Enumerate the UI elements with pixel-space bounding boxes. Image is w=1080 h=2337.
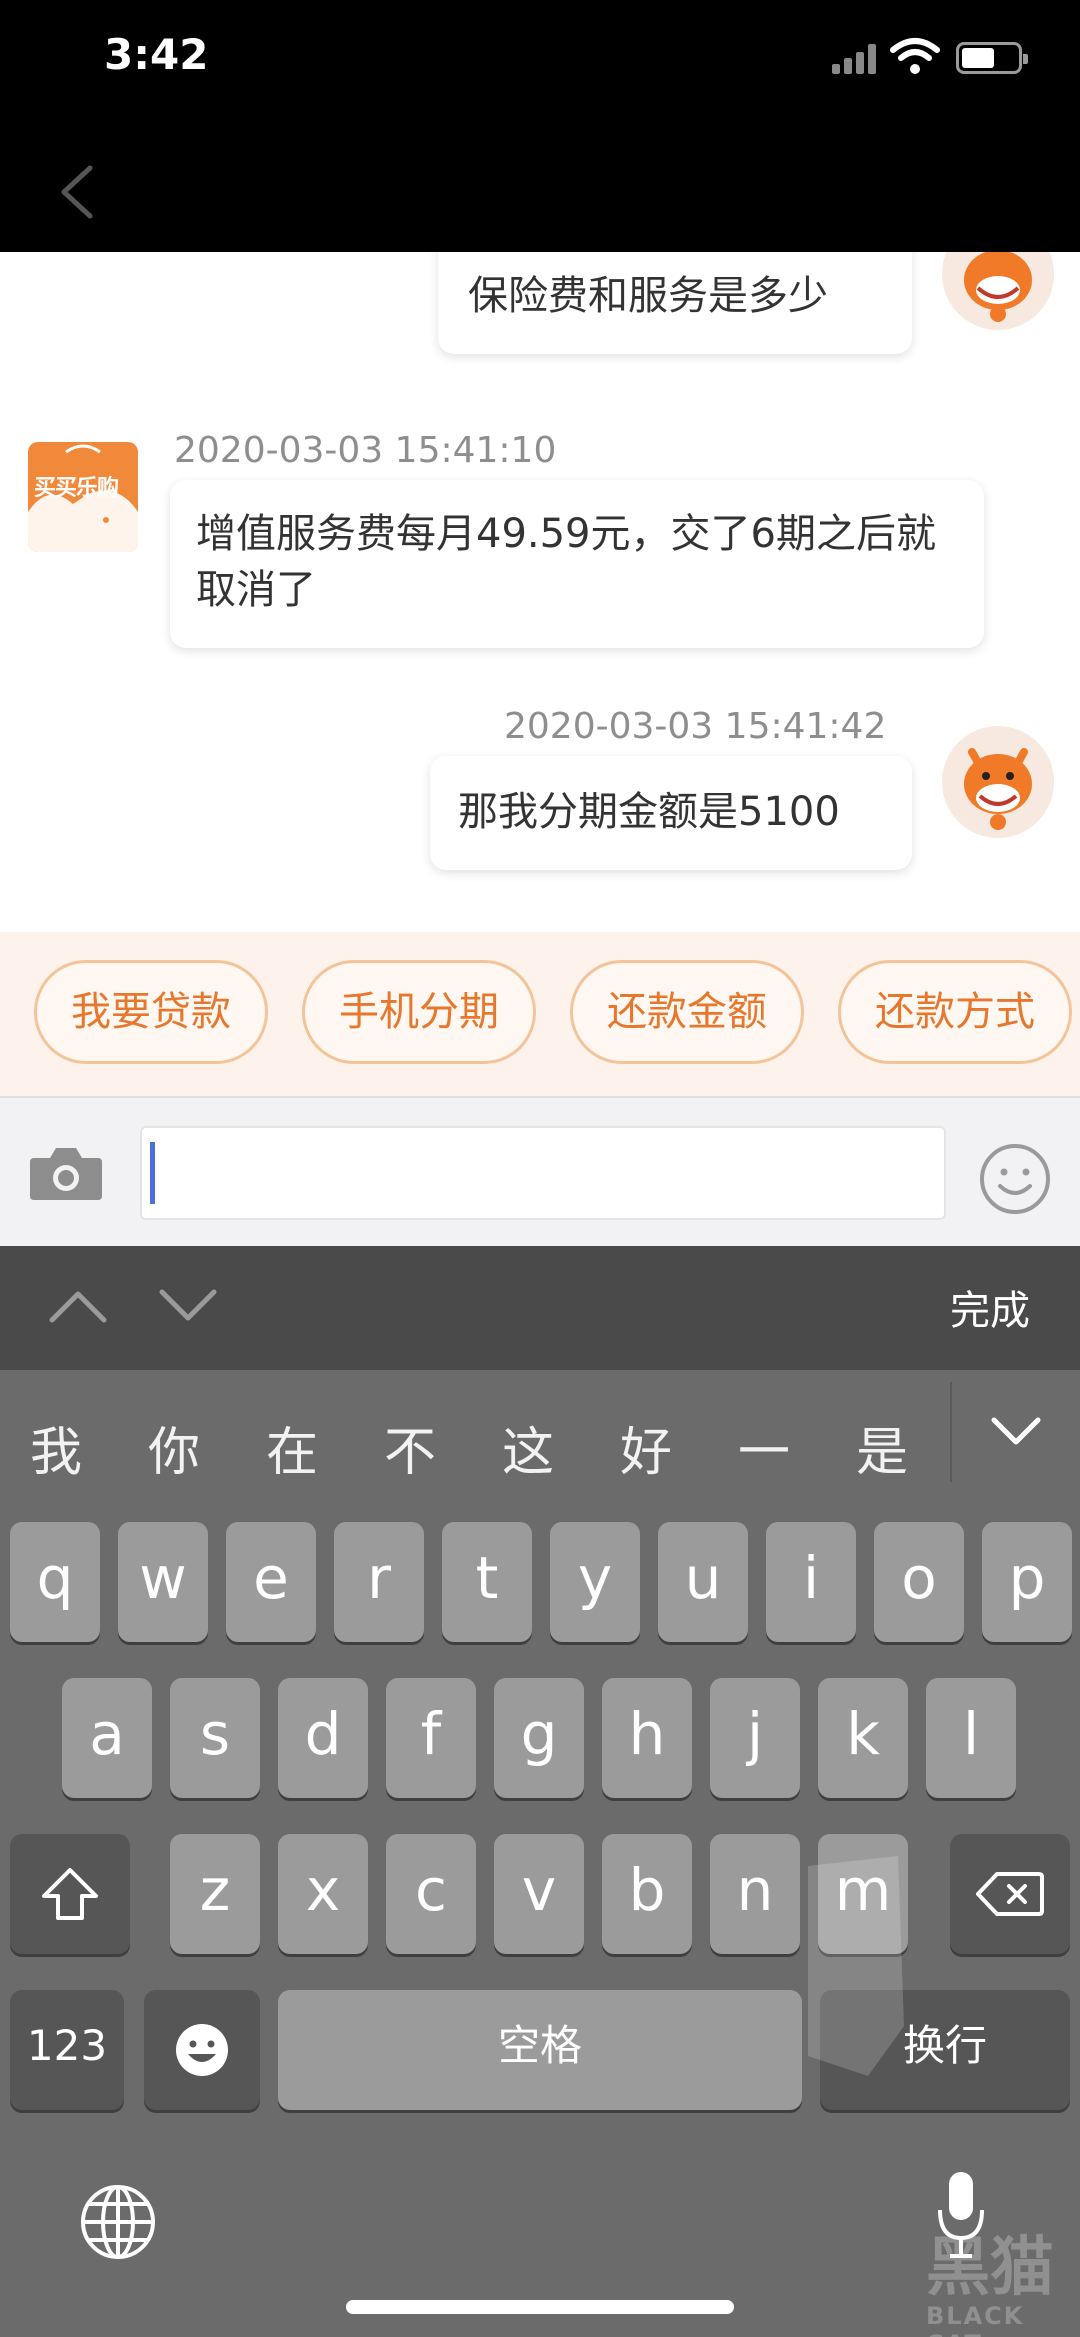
message-input-bar: [0, 1096, 1080, 1246]
key-g[interactable]: g: [494, 1678, 584, 1798]
cellular-signal-icon: [832, 42, 878, 74]
candidate-word[interactable]: 这: [502, 1410, 554, 1485]
key-k[interactable]: k: [818, 1678, 908, 1798]
message-bubble-user: 那我分期金额是5100: [430, 756, 912, 870]
status-time: 3:42: [104, 30, 209, 79]
key-i[interactable]: i: [766, 1522, 856, 1642]
battery-icon: [956, 42, 1028, 74]
key-l[interactable]: l: [926, 1678, 1016, 1798]
avatar[interactable]: [942, 726, 1054, 838]
done-button[interactable]: 完成: [950, 1278, 1030, 1336]
key-d[interactable]: d: [278, 1678, 368, 1798]
wifi-icon: [890, 38, 940, 74]
quick-reply-repayment-amount[interactable]: 还款金额: [570, 960, 804, 1064]
quick-reply-phone-installment[interactable]: 手机分期: [302, 960, 536, 1064]
numbers-key[interactable]: 123: [10, 1990, 124, 2110]
key-n[interactable]: n: [710, 1834, 800, 1954]
candidate-word[interactable]: 是: [856, 1410, 908, 1485]
candidate-word[interactable]: 在: [266, 1410, 318, 1485]
message-text: 增值服务费每月49.59元，交了6期之后就取消了: [196, 511, 936, 613]
message-text: 那我分期金额是5100: [458, 789, 840, 835]
globe-icon[interactable]: [78, 2182, 158, 2262]
space-key[interactable]: 空格: [278, 1990, 802, 2110]
emoji-key[interactable]: [144, 1990, 260, 2110]
key-w[interactable]: w: [118, 1522, 208, 1642]
avatar[interactable]: 买买乐购: [28, 442, 138, 552]
key-j[interactable]: j: [710, 1678, 800, 1798]
key-v[interactable]: v: [494, 1834, 584, 1954]
key-c[interactable]: c: [386, 1834, 476, 1954]
avatar-label: 买买乐购: [34, 476, 119, 501]
camera-icon[interactable]: [28, 1144, 104, 1202]
back-icon[interactable]: [52, 162, 102, 222]
message-bubble-bot: 增值服务费每月49.59元，交了6期之后就取消了: [170, 480, 984, 648]
shift-key[interactable]: [10, 1834, 130, 1954]
candidate-word[interactable]: 我: [30, 1410, 82, 1485]
quick-reply-loan[interactable]: 我要贷款: [34, 960, 268, 1064]
home-indicator: [346, 2300, 734, 2314]
chevron-up-icon[interactable]: [46, 1286, 110, 1326]
candidate-word[interactable]: 好: [620, 1410, 672, 1485]
candidate-word[interactable]: 你: [148, 1410, 200, 1485]
key-h[interactable]: h: [602, 1678, 692, 1798]
key-t[interactable]: t: [442, 1522, 532, 1642]
key-q[interactable]: q: [10, 1522, 100, 1642]
message-bubble-user: 保险费和服务是多少: [438, 252, 912, 354]
emoji-icon: [176, 2024, 228, 2076]
key-e[interactable]: e: [226, 1522, 316, 1642]
key-r[interactable]: r: [334, 1522, 424, 1642]
quick-reply-repayment-method[interactable]: 还款方式: [838, 960, 1072, 1064]
keyboard-toolbar: 完成: [0, 1246, 1080, 1370]
key-z[interactable]: z: [170, 1834, 260, 1954]
key-p[interactable]: p: [982, 1522, 1072, 1642]
message-text: 保险费和服务是多少: [468, 273, 828, 319]
message-timestamp: 2020-03-03 15:41:42: [504, 706, 887, 747]
candidate-divider: [950, 1382, 952, 1482]
chevron-down-icon[interactable]: [990, 1412, 1042, 1452]
key-s[interactable]: s: [170, 1678, 260, 1798]
key-f[interactable]: f: [386, 1678, 476, 1798]
watermark-text: 黑猫: [926, 2231, 1054, 2305]
status-bar: 3:42: [0, 0, 1080, 252]
key-o[interactable]: o: [874, 1522, 964, 1642]
shift-icon: [42, 1868, 98, 1920]
key-x[interactable]: x: [278, 1834, 368, 1954]
quick-reply-bar: 我要贷款 手机分期 还款金额 还款方式: [0, 932, 1080, 1096]
key-u[interactable]: u: [658, 1522, 748, 1642]
key-y[interactable]: y: [550, 1522, 640, 1642]
avatar[interactable]: [942, 252, 1054, 330]
key-b[interactable]: b: [602, 1834, 692, 1954]
candidate-word[interactable]: 不: [384, 1410, 436, 1485]
watermark-subtext: BLACK CAT: [926, 2302, 1025, 2337]
message-input[interactable]: [140, 1126, 946, 1220]
candidate-word[interactable]: 一: [738, 1410, 790, 1485]
message-timestamp: 2020-03-03 15:41:10: [174, 430, 557, 471]
chevron-down-icon[interactable]: [156, 1286, 220, 1326]
text-cursor: [150, 1142, 155, 1204]
emoji-icon[interactable]: [978, 1142, 1052, 1216]
key-a[interactable]: a: [62, 1678, 152, 1798]
chat-area[interactable]: 保险费和服务是多少 买买乐购 2020-03-03 15:41:10 增值服务费…: [0, 252, 1080, 932]
